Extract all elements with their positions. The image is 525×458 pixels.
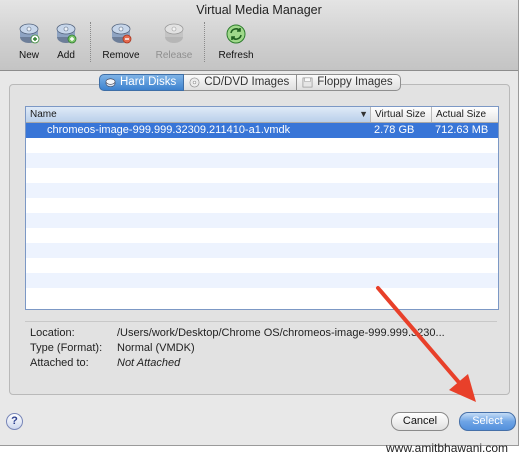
- watermark: www.amitbhawani.com: [386, 441, 509, 455]
- annotation-arrow-icon: [376, 286, 476, 402]
